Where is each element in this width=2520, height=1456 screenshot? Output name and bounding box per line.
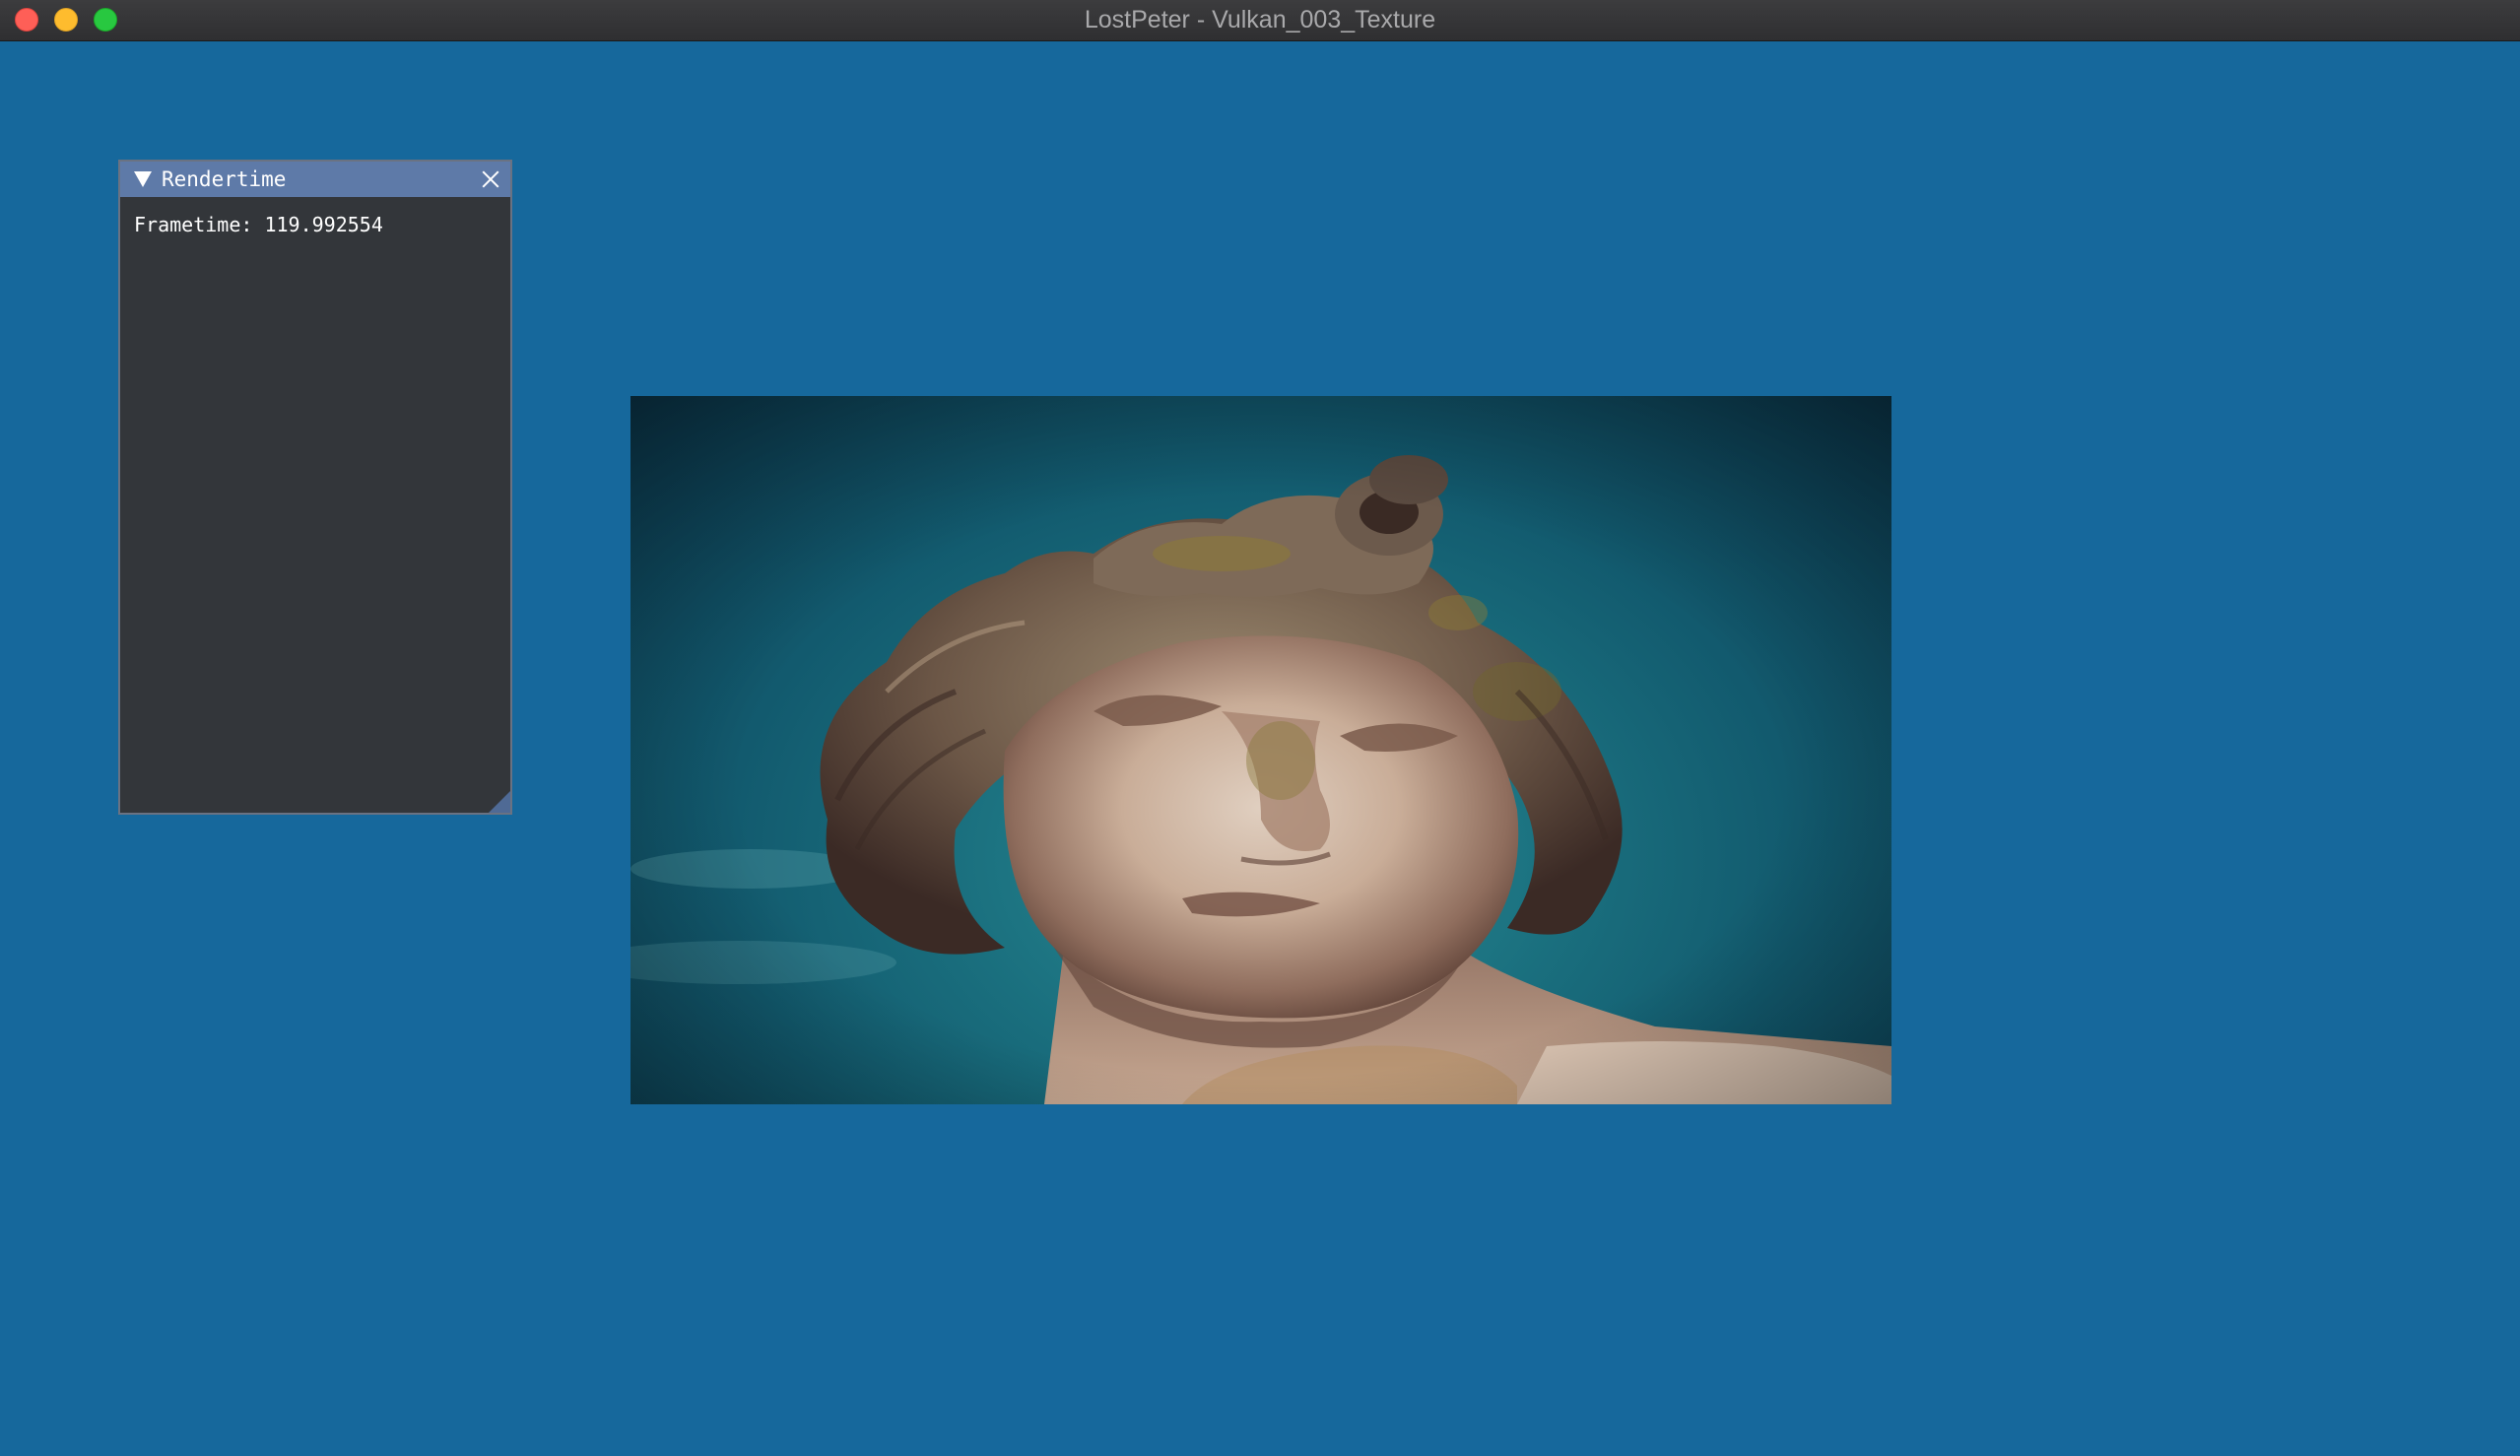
title-bar[interactable]: LostPeter - Vulkan_003_Texture: [0, 0, 2520, 41]
triangle-down-icon[interactable]: [134, 171, 152, 187]
app-window: LostPeter - Vulkan_003_Texture Rendertim…: [0, 0, 2520, 1456]
frametime-text: Frametime: 119.992554: [134, 213, 383, 236]
rendertime-panel[interactable]: Rendertime Frametime: 119.992554: [118, 160, 512, 815]
resize-grip-icon[interactable]: [489, 791, 510, 813]
close-icon[interactable]: [479, 167, 502, 191]
rendertime-panel-titlebar[interactable]: Rendertime: [120, 162, 510, 197]
panel-title: Rendertime: [162, 167, 287, 191]
statue-illustration: [630, 396, 1891, 1104]
statue-head-image: [630, 396, 1891, 1104]
window-title: LostPeter - Vulkan_003_Texture: [1084, 6, 1436, 33]
